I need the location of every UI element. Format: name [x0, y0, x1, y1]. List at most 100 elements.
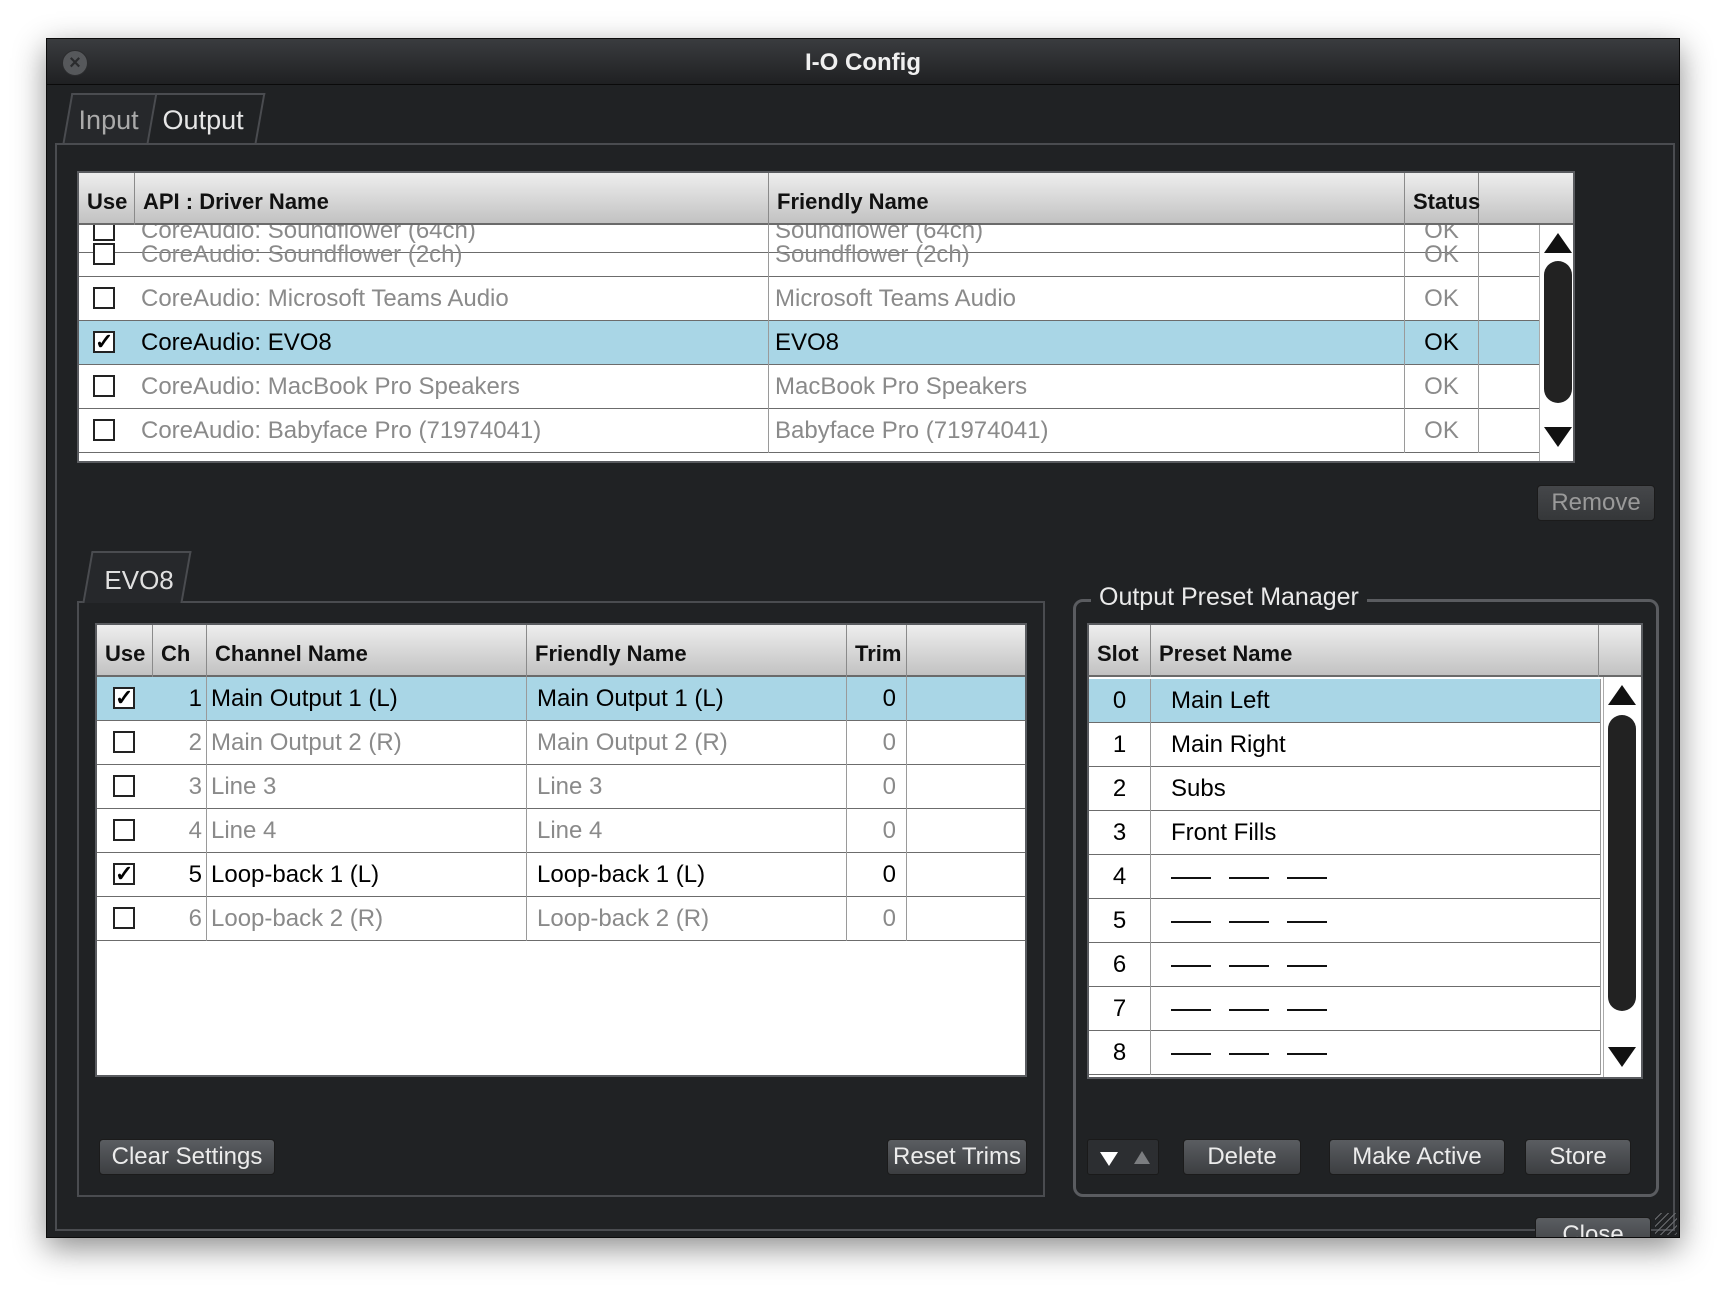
table-row[interactable]: 3 Front Fills	[1089, 811, 1601, 855]
scroll-up-icon[interactable]	[1544, 233, 1572, 253]
table-row[interactable]: 4	[1089, 855, 1601, 899]
preset-name: Main Right	[1151, 723, 1601, 767]
col-use[interactable]: Use	[79, 173, 135, 225]
trim-value[interactable]: 0	[847, 721, 907, 765]
table-row[interactable]: CoreAudio: MacBook Pro Speakers MacBook …	[79, 365, 1573, 409]
scroll-down-icon[interactable]	[1608, 1047, 1636, 1067]
trim-value[interactable]: 0	[847, 765, 907, 809]
slot-number: 2	[1089, 767, 1151, 811]
channel-friendly-name[interactable]: Main Output 2 (R)	[527, 721, 847, 765]
channel-table: Use Ch Channel Name Friendly Name Trim 1…	[95, 623, 1027, 1077]
table-row[interactable]: CoreAudio: Soundflower (2ch) Soundflower…	[79, 233, 1573, 277]
trim-value[interactable]: 0	[847, 853, 907, 897]
channel-number: 2	[153, 721, 207, 765]
table-row[interactable]: 1 Main Right	[1089, 723, 1601, 767]
preset-scrollbar[interactable]	[1603, 677, 1637, 1077]
col-friendly-name[interactable]: Friendly Name	[527, 625, 847, 677]
channel-name: Line 4	[207, 809, 527, 853]
preset-table-header: Slot Preset Name	[1089, 625, 1641, 677]
empty-preset-placeholder	[1151, 987, 1601, 1031]
col-slot[interactable]: Slot	[1089, 625, 1151, 677]
table-row[interactable]: 4 Line 4 Line 4 0	[97, 809, 1025, 853]
col-driver-name[interactable]: API : Driver Name	[135, 173, 769, 225]
use-checkbox[interactable]	[113, 863, 135, 885]
slot-number: 0	[1089, 679, 1151, 723]
driver-table-header-mask: Use API : Driver Name Friendly Name Stat…	[79, 173, 1573, 225]
channel-name: Line 3	[207, 765, 527, 809]
scroll-thumb[interactable]	[1544, 261, 1572, 403]
use-checkbox[interactable]	[113, 819, 135, 841]
table-row-selected[interactable]: CoreAudio: EVO8 EVO8 OK	[79, 321, 1573, 365]
table-row[interactable]: CoreAudio: Microsoft Teams Audio Microso…	[79, 277, 1573, 321]
remove-button[interactable]: Remove	[1537, 485, 1655, 521]
use-checkbox[interactable]	[113, 907, 135, 929]
table-row[interactable]: 2 Main Output 2 (R) Main Output 2 (R) 0	[97, 721, 1025, 765]
channel-friendly-name[interactable]: Loop-back 2 (R)	[527, 897, 847, 941]
channel-number: 3	[153, 765, 207, 809]
table-row-selected[interactable]: 0 Main Left	[1089, 679, 1601, 723]
friendly-name[interactable]: Microsoft Teams Audio	[769, 277, 1405, 321]
scroll-up-icon[interactable]	[1608, 685, 1636, 705]
scroll-down-icon[interactable]	[1544, 427, 1572, 447]
tab-device[interactable]: EVO8	[82, 551, 192, 603]
col-status[interactable]: Status	[1405, 173, 1480, 225]
close-button[interactable]: Close	[1535, 1217, 1651, 1237]
col-preset-name[interactable]: Preset Name	[1151, 625, 1599, 677]
store-preset-button[interactable]: Store	[1525, 1139, 1631, 1175]
use-checkbox[interactable]	[93, 287, 115, 309]
driver-name: CoreAudio: Microsoft Teams Audio	[135, 277, 769, 321]
col-use[interactable]: Use	[97, 625, 153, 677]
empty-preset-placeholder	[1151, 943, 1601, 987]
reset-trims-button[interactable]: Reset Trims	[887, 1139, 1027, 1175]
driver-scrollbar[interactable]	[1539, 225, 1573, 461]
slot-number: 5	[1089, 899, 1151, 943]
use-checkbox[interactable]	[113, 731, 135, 753]
move-down-icon[interactable]	[1100, 1152, 1118, 1166]
channel-friendly-name[interactable]: Loop-back 1 (L)	[527, 853, 847, 897]
use-checkbox[interactable]	[113, 775, 135, 797]
friendly-name[interactable]: EVO8	[769, 321, 1405, 365]
trim-value[interactable]: 0	[847, 897, 907, 941]
use-checkbox[interactable]	[93, 419, 115, 441]
col-friendly-name[interactable]: Friendly Name	[769, 173, 1405, 225]
table-row[interactable]: 5 Loop-back 1 (L) Loop-back 1 (L) 0	[97, 853, 1025, 897]
friendly-name[interactable]: MacBook Pro Speakers	[769, 365, 1405, 409]
col-ch[interactable]: Ch	[153, 625, 207, 677]
friendly-name[interactable]: Babyface Pro (71974041)	[769, 409, 1405, 453]
table-row[interactable]: 6	[1089, 943, 1601, 987]
table-row[interactable]: CoreAudio: Babyface Pro (71974041) Babyf…	[79, 409, 1573, 453]
tab-output[interactable]: Output	[146, 93, 266, 143]
trim-value[interactable]: 0	[847, 809, 907, 853]
clear-settings-button[interactable]: Clear Settings	[99, 1139, 275, 1175]
device-tab-label: EVO8	[104, 565, 174, 595]
col-channel-name[interactable]: Channel Name	[207, 625, 527, 677]
driver-name: CoreAudio: Babyface Pro (71974041)	[135, 409, 769, 453]
table-row[interactable]: 2 Subs	[1089, 767, 1601, 811]
make-active-button[interactable]: Make Active	[1329, 1139, 1505, 1175]
scroll-thumb[interactable]	[1608, 715, 1636, 1011]
status: OK	[1405, 321, 1479, 365]
table-row[interactable]: 6 Loop-back 2 (R) Loop-back 2 (R) 0	[97, 897, 1025, 941]
table-row-selected[interactable]: 1 Main Output 1 (L) Main Output 1 (L) 0	[97, 677, 1025, 721]
channel-friendly-name[interactable]: Line 4	[527, 809, 847, 853]
use-checkbox[interactable]	[93, 375, 115, 397]
friendly-name[interactable]: Soundflower (2ch)	[769, 233, 1405, 277]
use-checkbox[interactable]	[113, 687, 135, 709]
use-checkbox[interactable]	[93, 243, 115, 265]
delete-preset-button[interactable]: Delete	[1183, 1139, 1301, 1175]
title-bar[interactable]: × I-O Config	[47, 39, 1679, 85]
slot-number: 4	[1089, 855, 1151, 899]
channel-friendly-name[interactable]: Line 3	[527, 765, 847, 809]
table-row[interactable]: 7	[1089, 987, 1601, 1031]
trim-value[interactable]: 0	[847, 677, 907, 721]
empty-preset-placeholder	[1151, 899, 1601, 943]
channel-friendly-name[interactable]: Main Output 1 (L)	[527, 677, 847, 721]
table-row[interactable]: 3 Line 3 Line 3 0	[97, 765, 1025, 809]
table-row[interactable]: 8	[1089, 1031, 1601, 1075]
col-trim[interactable]: Trim	[847, 625, 907, 677]
move-up-icon[interactable]	[1134, 1151, 1150, 1164]
resize-grip-icon[interactable]	[1655, 1213, 1677, 1235]
use-checkbox[interactable]	[93, 331, 115, 353]
table-row[interactable]: 5	[1089, 899, 1601, 943]
tab-output-label: Output	[162, 105, 244, 135]
